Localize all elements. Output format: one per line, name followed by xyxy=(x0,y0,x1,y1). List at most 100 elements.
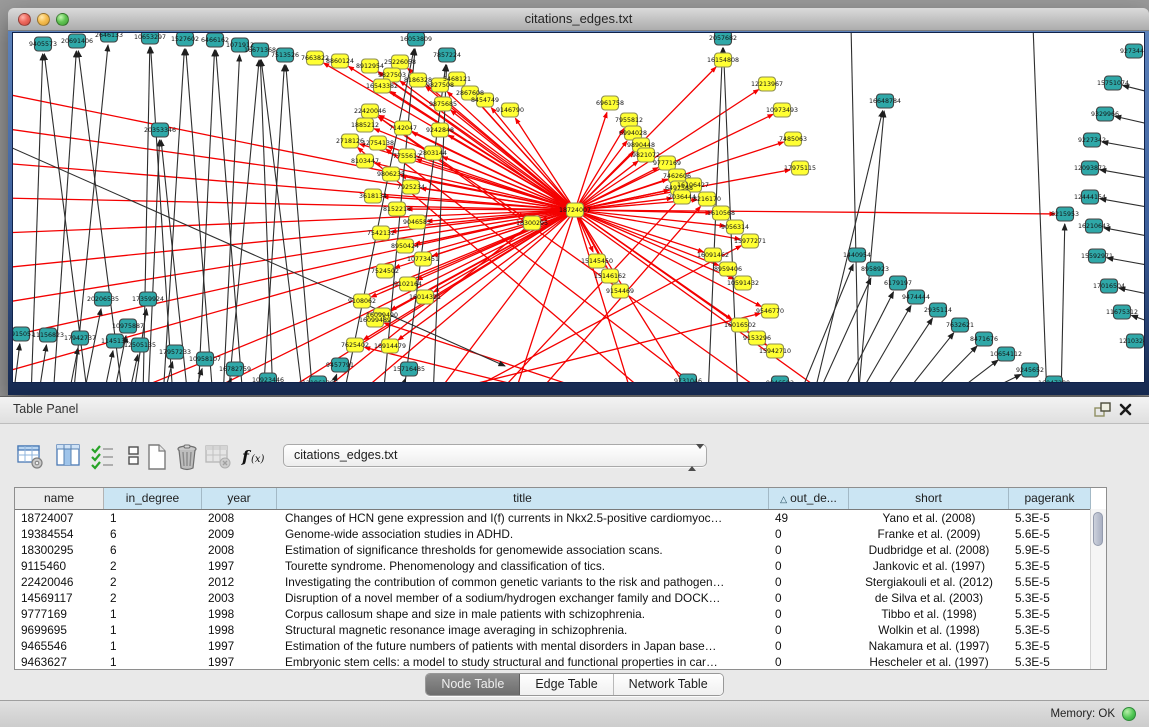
graph-node-label: 7632621 xyxy=(946,322,974,329)
cell-in_degree: 6 xyxy=(104,542,202,558)
graph-edge xyxy=(491,108,575,210)
cell-short: Franke et al. (2009) xyxy=(849,526,1009,542)
scrollbar-thumb[interactable] xyxy=(1093,512,1103,546)
graph-edge xyxy=(449,135,575,210)
graph-node-label: 2803144 xyxy=(419,150,447,157)
cell-pagerank: 5.6E-5 xyxy=(1009,526,1091,542)
cell-in_degree: 2 xyxy=(104,574,202,590)
table-row[interactable]: 1830029562008Estimation of significance … xyxy=(15,542,1106,558)
cell-out_de: 0 xyxy=(769,622,849,638)
checklist-icon[interactable] xyxy=(89,442,119,472)
graph-node-label: 2057682 xyxy=(709,35,737,42)
column-header-pagerank[interactable]: pagerank xyxy=(1009,488,1091,509)
network-window: citations_edges.txt 18724007940557320691… xyxy=(8,8,1149,395)
cell-title: Investigating the contribution of common… xyxy=(277,574,769,590)
desktop: citations_edges.txt 18724007940557320691… xyxy=(0,0,1149,727)
window-title: citations_edges.txt xyxy=(8,11,1149,26)
graph-node-label: 8103447 xyxy=(351,158,379,165)
cell-title: Estimation of significance thresholds fo… xyxy=(277,542,769,558)
column-header-out_de[interactable]: △out_de... xyxy=(769,488,849,509)
tab-edge-table[interactable]: Edge Table xyxy=(520,674,613,695)
graph-node-label: 1527602 xyxy=(171,36,199,43)
table-delete-icon[interactable] xyxy=(204,442,234,472)
cell-in_degree: 1 xyxy=(104,622,202,638)
graph-node-label: 3618134 xyxy=(359,193,387,200)
memory-ok-indicator xyxy=(1122,707,1136,721)
graph-node-label: 9153296 xyxy=(743,335,771,342)
table-row[interactable]: 946362711997Embryonic stem cells: a mode… xyxy=(15,654,1106,670)
cell-short: Nakamura et al. (1997) xyxy=(849,638,1009,654)
float-panel-icon[interactable] xyxy=(1093,401,1113,419)
graph-node-label: 9056314 xyxy=(721,224,749,231)
cell-name: 9465546 xyxy=(15,638,104,654)
table-settings-icon[interactable] xyxy=(16,442,46,472)
cell-title: Structural magnetic resonance image aver… xyxy=(277,622,769,638)
table-select-value: citations_edges.txt xyxy=(294,448,398,462)
graph-node-label: 8912954 xyxy=(356,63,384,70)
graph-node-label: 8958923 xyxy=(861,266,889,273)
graph-edge xyxy=(879,318,932,382)
graph-node-label: 15146162 xyxy=(594,273,626,280)
column-header-short[interactable]: short xyxy=(849,488,1009,509)
table-header-row: namein_degreeyeartitle△out_de...shortpag… xyxy=(15,488,1106,510)
table-row[interactable]: 1456911722003Disruption of a novel membe… xyxy=(15,590,1106,606)
column-header-in_degree[interactable]: in_degree xyxy=(104,488,202,509)
table-row[interactable]: 911546021997Tourette syndrome. Phenomeno… xyxy=(15,558,1106,574)
graph-edge xyxy=(193,369,202,382)
tab-network-table[interactable]: Network Table xyxy=(614,674,723,695)
graph-node-label: 12754138 xyxy=(362,140,394,147)
cell-title: Changes of HCN gene expression and I(f) … xyxy=(277,510,769,526)
graph-node-label: 1610568 xyxy=(707,210,735,217)
table-row[interactable]: 1938455462009Genome-wide association stu… xyxy=(15,526,1106,542)
graph-node-label: 9273442 xyxy=(1120,48,1144,55)
graph-node-label: 16543382 xyxy=(366,83,398,90)
new-file-icon[interactable] xyxy=(142,442,172,472)
table-row[interactable]: 1872400712008Changes of HCN gene express… xyxy=(15,510,1106,526)
graph-node-label: 12444154 xyxy=(1074,194,1106,201)
graph-node-label: 7542132 xyxy=(367,230,395,237)
graph-node-label: 7955812 xyxy=(615,117,643,124)
graph-node-label: 10654112 xyxy=(990,351,1022,358)
attribute-table: namein_degreeyeartitle△out_de...shortpag… xyxy=(14,487,1107,670)
graph-node-label: 18300295 xyxy=(516,220,548,227)
graph-node-label: 16648784 xyxy=(869,98,901,105)
graph-edge xyxy=(286,65,313,382)
graph-node-label: 16091462 xyxy=(697,252,729,259)
cell-out_de: 0 xyxy=(769,574,849,590)
table-row[interactable]: 977716911998Corpus callosum shape and si… xyxy=(15,606,1106,622)
cell-short: Stergiakouli et al. (2012) xyxy=(849,574,1009,590)
table-scrollbar[interactable] xyxy=(1090,509,1106,669)
table-columns-icon[interactable] xyxy=(54,442,84,472)
graph-edge xyxy=(925,346,977,382)
status-bar: Memory: OK xyxy=(0,700,1149,727)
table-row[interactable]: 946554611997Estimation of the future num… xyxy=(15,638,1106,654)
network-canvas[interactable]: 1872400794055732069140626461331065329715… xyxy=(13,33,1144,382)
table-row[interactable]: 2242004622012Investigating the contribut… xyxy=(15,574,1106,590)
window-titlebar[interactable]: citations_edges.txt xyxy=(8,8,1149,31)
cell-pagerank: 5.3E-5 xyxy=(1009,590,1091,606)
graph-node-label: 16099489 xyxy=(359,317,391,324)
graph-node-label: 10958107 xyxy=(189,356,221,363)
column-header-name[interactable]: name xyxy=(15,488,104,509)
trash-icon[interactable] xyxy=(172,442,202,472)
table-row[interactable]: 969969511998Structural magnetic resonanc… xyxy=(15,622,1106,638)
graph-node-label: 11675312 xyxy=(1106,309,1138,316)
graph-node-label: 17942737 xyxy=(64,335,96,342)
graph-node-label: 7513526 xyxy=(271,52,299,59)
graph-node-label: 9245652 xyxy=(1016,367,1044,374)
cell-in_degree: 2 xyxy=(104,558,202,574)
function-fx-icon[interactable]: f(x) xyxy=(240,442,270,472)
graph-node-label: 9146790 xyxy=(496,107,524,114)
column-header-title[interactable]: title xyxy=(277,488,769,509)
cell-out_de: 0 xyxy=(769,606,849,622)
tab-node-table[interactable]: Node Table xyxy=(426,674,520,695)
graph-edge xyxy=(228,60,259,382)
cell-year: 2008 xyxy=(202,510,277,526)
close-panel-icon[interactable] xyxy=(1117,401,1137,419)
table-select-dropdown[interactable]: citations_edges.txt xyxy=(283,444,707,467)
column-header-year[interactable]: year xyxy=(202,488,277,509)
cell-title: Estimation of the future numbers of pati… xyxy=(277,638,769,654)
cell-name: 9777169 xyxy=(15,606,104,622)
table-panel-title: Table Panel xyxy=(13,402,78,416)
graph-node-label: 10653297 xyxy=(134,34,166,41)
